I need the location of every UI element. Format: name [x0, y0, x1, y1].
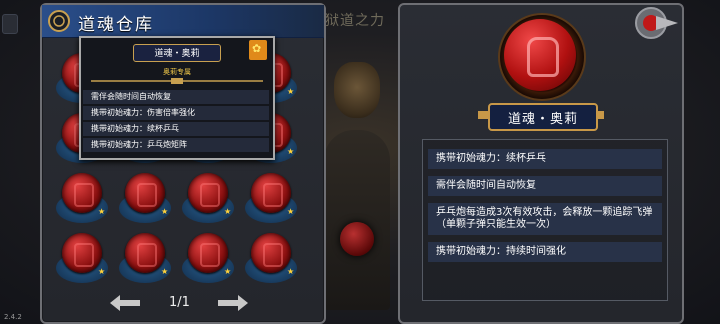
storage-title: 道魂仓库	[78, 15, 154, 35]
star-icon: ★	[161, 207, 169, 216]
soul-slot[interactable]: ★	[54, 229, 110, 285]
soul-portrait-icon	[527, 37, 559, 77]
soul-slot[interactable]: ★	[243, 229, 299, 285]
star-icon: ★	[98, 207, 106, 216]
soul-slot[interactable]: ★	[117, 169, 173, 225]
arrow-right-icon[interactable]	[218, 295, 248, 311]
star-icon: ★	[287, 267, 295, 276]
detail-line: 携带初始魂力：持续时间强化	[428, 242, 662, 262]
star-icon: ★	[98, 267, 106, 276]
background-title: 狱道之力	[325, 13, 385, 29]
statue-body	[324, 130, 390, 310]
soul-slot[interactable]: ★	[180, 169, 236, 225]
ornament-divider	[91, 78, 263, 84]
statue-orb	[340, 222, 374, 256]
star-icon: ★	[287, 147, 295, 156]
tooltip-name-box: 道魂・奥莉	[133, 44, 221, 62]
star-icon: ★	[287, 207, 295, 216]
soul-orb-icon	[62, 233, 102, 273]
soul-orb-icon	[125, 233, 165, 273]
tooltip-line: 需伴会随时间自动恢复	[83, 90, 269, 104]
arrow-left-icon[interactable]	[110, 295, 140, 311]
soul-orb-icon	[251, 233, 291, 273]
storage-title-bar: 道魂仓库	[42, 5, 324, 38]
pager: 1/1	[106, 291, 256, 315]
soul-tooltip: 道魂・奥莉 奥莉专属 需伴会随时间自动恢复 携带初始魂力：伤害倍率强化 携带初始…	[79, 36, 275, 160]
soul-orb-icon	[188, 233, 228, 273]
soul-orb-icon	[62, 173, 102, 213]
side-tab-icon[interactable]	[2, 14, 18, 34]
gear-emblem-icon	[48, 10, 70, 32]
page-indicator: 1/1	[169, 295, 190, 310]
soul-slot[interactable]: ★	[243, 169, 299, 225]
tooltip-line: 携带初始魂力：伤害倍率强化	[83, 106, 269, 120]
tooltip-subtitle: 奥莉专属	[163, 68, 191, 76]
soul-orb-icon	[125, 173, 165, 213]
soul-slot[interactable]: ★	[180, 229, 236, 285]
statue-head	[334, 62, 380, 118]
soul-orb-icon	[188, 173, 228, 213]
soul-slot[interactable]: ★	[117, 229, 173, 285]
detail-line: 乒乓炮每造成3次有效攻击，会释放一颗追踪飞弹（单颗子弹只能生效一次）	[428, 203, 662, 235]
tooltip-name: 道魂・奥莉	[154, 49, 200, 59]
soul-orb-icon	[251, 173, 291, 213]
detail-line: 携带初始魂力：续杯乒乓	[428, 149, 662, 169]
soul-detail-panel: 道魂・奥莉 携带初始魂力：续杯乒乓 需伴会随时间自动恢复 乒乓炮每造成3次有效攻…	[398, 3, 684, 324]
tooltip-line: 携带初始魂力：续杯乒乓	[83, 122, 269, 136]
tooltip-line: 携带初始魂力：乒乓炮矩阵	[83, 138, 269, 152]
flower-badge-icon	[249, 40, 267, 60]
detail-name-plate: 道魂・奥莉	[488, 103, 598, 131]
statue-figure	[318, 40, 396, 320]
version-label: 2.4.2	[4, 313, 22, 321]
detail-name: 道魂・奥莉	[507, 112, 578, 127]
detail-line: 需伴会随时间自动恢复	[428, 176, 662, 196]
star-icon: ★	[224, 267, 232, 276]
star-icon: ★	[224, 207, 232, 216]
close-icon[interactable]	[634, 6, 680, 40]
star-icon: ★	[161, 267, 169, 276]
soul-slot[interactable]: ★	[54, 169, 110, 225]
star-icon: ★	[287, 87, 295, 96]
